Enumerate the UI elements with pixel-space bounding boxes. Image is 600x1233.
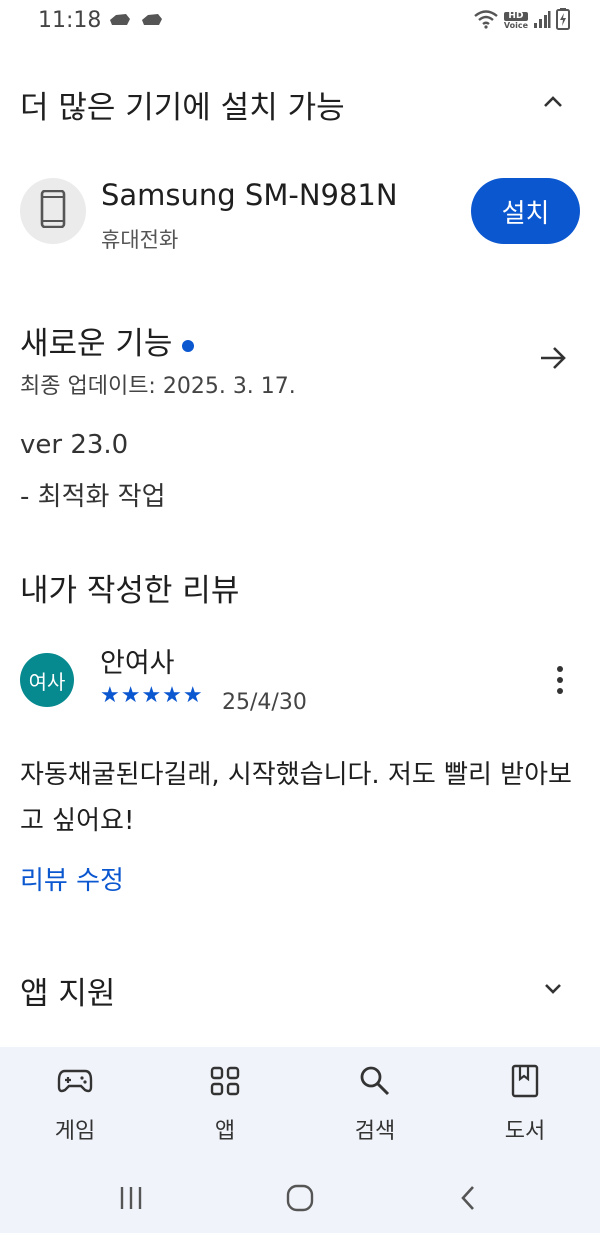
edit-review-link[interactable]: 리뷰 수정 [20, 860, 124, 897]
wifi-icon [473, 9, 499, 33]
gamepad-icon [25, 1061, 125, 1101]
release-note: - 최적화 작업 [20, 482, 166, 512]
hd-label: HD [503, 12, 528, 21]
home-icon[interactable] [280, 1178, 320, 1218]
review-date: 25/4/30 [222, 690, 307, 715]
status-icons: HD Voice [473, 8, 570, 34]
more-options-icon[interactable] [540, 660, 580, 700]
nav-item-apps[interactable]: 앱 [175, 1061, 275, 1151]
nav-item-games[interactable]: 게임 [25, 1061, 125, 1151]
device-icon-circle [20, 178, 86, 244]
nav-label-games: 게임 [54, 1119, 96, 1144]
arrow-right-icon[interactable] [533, 338, 573, 378]
cloud-icon [140, 12, 164, 32]
back-icon[interactable] [448, 1178, 488, 1218]
voice-label: Voice [503, 21, 528, 30]
nav-item-books[interactable]: 도서 [475, 1061, 575, 1151]
avatar: 여사 [20, 653, 74, 707]
status-bar: 11:18 HD Voice [0, 0, 600, 40]
devices-section-title: 더 많은 기기에 설치 가능 [20, 90, 345, 126]
version-text: ver 23.0 [20, 430, 129, 460]
phone-icon [40, 189, 66, 232]
recent-apps-icon[interactable] [111, 1178, 151, 1218]
nav-label-apps: 앱 [214, 1119, 236, 1144]
last-updated: 최종 업데이트: 2025. 3. 17. [20, 374, 296, 399]
collapse-chevron-up-icon[interactable] [533, 82, 573, 122]
cloud-icon [108, 12, 132, 32]
battery-charging-icon [556, 8, 570, 34]
play-store-app-details: 11:18 HD Voice 더 많은 기기에 설치 가능 Samsung SM… [0, 0, 600, 1233]
system-navigation-bar [0, 1160, 600, 1233]
nav-item-search[interactable]: 검색 [325, 1061, 425, 1151]
star-rating: ★★★★★ [100, 683, 204, 708]
search-icon [325, 1061, 425, 1101]
device-name: Samsung SM-N981N [101, 178, 398, 212]
nav-label-books: 도서 [504, 1119, 546, 1144]
whats-new-header[interactable]: 새로운 기능 [20, 318, 195, 363]
new-indicator-dot [182, 339, 195, 352]
install-button[interactable]: 설치 [471, 178, 580, 244]
signal-icon [533, 9, 551, 33]
app-support-title[interactable]: 앱 지원 [20, 968, 115, 1013]
book-icon [475, 1061, 575, 1101]
reviewer-name: 안여사 [100, 648, 175, 679]
my-review-heading: 내가 작성한 리뷰 [20, 573, 240, 609]
device-type: 휴대전화 [101, 228, 179, 252]
device-row: Samsung SM-N981N 휴대전화 설치 [20, 178, 580, 252]
apps-grid-icon [175, 1061, 275, 1101]
nav-label-search: 검색 [354, 1119, 396, 1144]
hd-voice-icon: HD Voice [503, 12, 528, 30]
expand-chevron-down-icon[interactable] [533, 968, 573, 1008]
whats-new-title: 새로운 기능 [20, 326, 173, 362]
status-time: 11:18 [38, 8, 102, 33]
review-text: 자동채굴된다길래, 시작했습니다. 저도 빨리 받아보고 싶어요! [20, 760, 572, 836]
